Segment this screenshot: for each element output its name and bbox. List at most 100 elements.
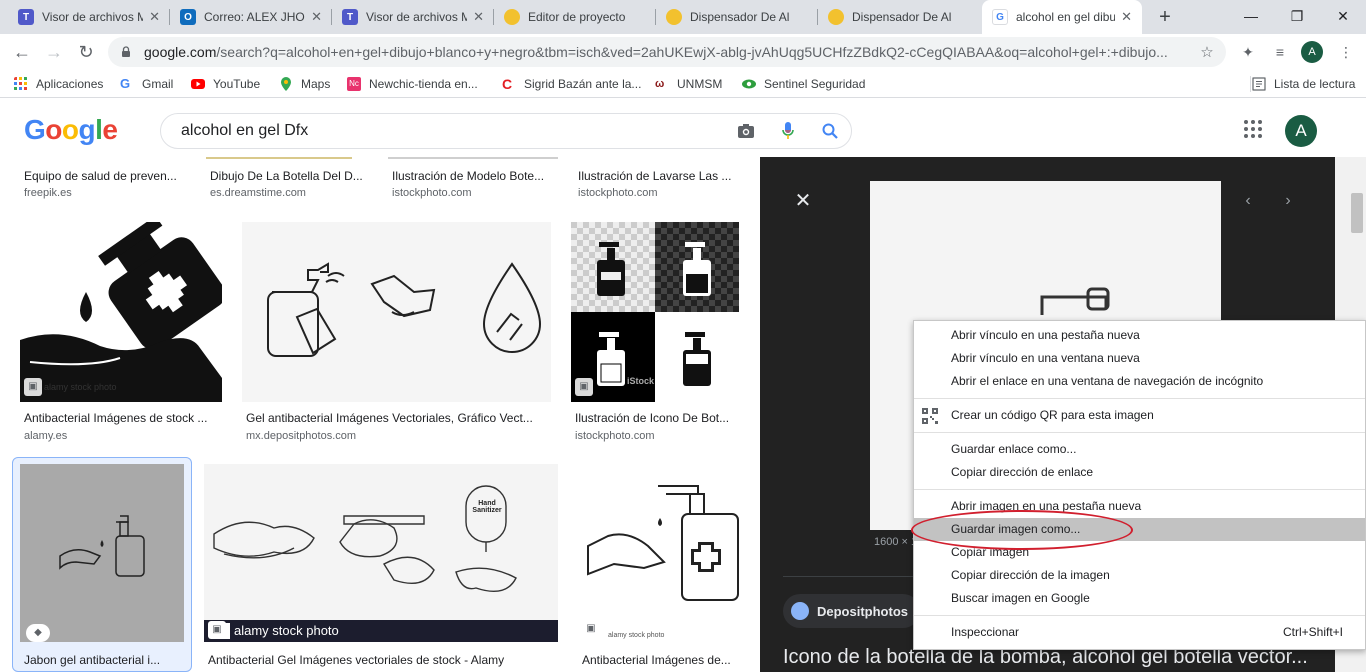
tab-tinkercad-3[interactable]: Dispensador De Al <box>818 0 980 34</box>
bookmark-gmail[interactable]: G Gmail <box>120 75 173 93</box>
bookmark-maps[interactable]: Maps <box>279 75 330 93</box>
reload-icon[interactable]: ↻ <box>72 38 100 66</box>
tab-teams-2[interactable]: T Visor de archivos M ✕ <box>332 0 494 34</box>
reading-list-label: Lista de lectura <box>1274 77 1356 91</box>
lock-icon <box>122 46 130 57</box>
close-icon[interactable]: ✕ <box>149 9 160 25</box>
bookmark-label: Sentinel Seguridad <box>764 77 866 91</box>
menu-item-search-image-google[interactable]: Buscar imagen en Google <box>914 587 1365 610</box>
browser-toolbar: ← → ↻ google.com/search?q=alcohol+en+gel… <box>0 34 1366 70</box>
tab-title: Visor de archivos M <box>42 10 144 24</box>
image-results: Equipo de salud de preven... freepik.es … <box>0 157 760 672</box>
menu-item-copy-link-address[interactable]: Copiar dirección de enlace <box>914 461 1365 484</box>
reading-list[interactable]: Lista de lectura <box>1252 75 1355 93</box>
globe-icon <box>791 602 809 620</box>
menu-item-open-image-new-tab[interactable]: Abrir imagen en una pestaña nueva <box>914 495 1365 518</box>
tinkercad-icon <box>666 9 682 25</box>
unmsm-icon: ω <box>655 78 665 90</box>
menu-item-save-image-as[interactable]: Guardar imagen como... <box>914 518 1365 541</box>
profile-avatar[interactable]: A <box>1301 41 1323 63</box>
media-icon[interactable]: ≡ <box>1268 40 1292 64</box>
result-title[interactable]: Antibacterial Imágenes de... <box>582 653 740 667</box>
bookmark-unmsm[interactable]: ω UNMSM <box>655 75 722 93</box>
image-badge-icon: ▣ <box>208 621 226 639</box>
close-window-icon[interactable]: ✕ <box>1320 0 1366 34</box>
hand-sanitizer-illustration <box>20 222 222 402</box>
bookmark-sentinel[interactable]: Sentinel Seguridad <box>742 75 865 93</box>
search-icon[interactable] <box>809 114 851 148</box>
tab-title: alcohol en gel dibu <box>1016 10 1116 24</box>
google-icon: G <box>992 9 1008 25</box>
menu-separator <box>914 489 1365 490</box>
new-tab-button[interactable]: + <box>1152 4 1178 30</box>
bookmark-label: YouTube <box>213 77 261 91</box>
menu-item-open-link-new-window[interactable]: Abrir vínculo en una ventana nueva <box>914 347 1365 370</box>
tab-tinkercad-2[interactable]: Dispensador De Al <box>656 0 818 34</box>
teams-icon: T <box>342 9 358 25</box>
forward-icon[interactable]: → <box>40 38 68 66</box>
menu-item-save-link-as[interactable]: Guardar enlace como... <box>914 438 1365 461</box>
search-input[interactable] <box>181 122 725 140</box>
result-image-cutoff[interactable] <box>206 157 352 159</box>
hand-sanitizer-icon <box>59 515 145 577</box>
bookmark-apps[interactable]: Aplicaciones <box>14 75 103 93</box>
result-image-selected[interactable]: ◆ <box>20 464 184 642</box>
result-image-depositphotos[interactable] <box>242 222 551 402</box>
result-title[interactable]: Gel antibacterial Imágenes Vectoriales, … <box>246 411 546 425</box>
menu-item-open-link-incognito[interactable]: Abrir el enlace en una ventana de navega… <box>914 370 1365 393</box>
account-avatar[interactable]: A <box>1285 115 1317 147</box>
menu-item-copy-image[interactable]: Copiar imagen <box>914 541 1365 564</box>
close-icon[interactable]: ✕ <box>473 9 484 25</box>
tab-google-active[interactable]: G alcohol en gel dibu ✕ <box>982 0 1142 34</box>
result-title[interactable]: Ilustración de Modelo Bote... <box>392 169 554 183</box>
menu-item-open-link-new-tab[interactable]: Abrir vínculo en una pestaña nueva <box>914 324 1365 347</box>
microphone-icon[interactable] <box>767 114 809 148</box>
close-icon[interactable]: ✕ <box>311 9 322 25</box>
tab-tinkercad-1[interactable]: Editor de proyecto <box>494 0 656 34</box>
tab-title: Visor de archivos M <box>366 10 468 24</box>
google-apps-icon[interactable] <box>1243 119 1263 139</box>
tab-outlook[interactable]: O Correo: ALEX JHON ✕ <box>170 0 332 34</box>
scrollbar-thumb[interactable] <box>1351 193 1363 233</box>
close-icon[interactable]: ✕ <box>1121 9 1132 25</box>
result-image-istock[interactable]: iStock ▣ <box>571 222 739 402</box>
restore-icon[interactable]: ❐ <box>1274 0 1320 34</box>
extensions-icon[interactable]: ✦ <box>1236 40 1260 64</box>
result-title[interactable]: Dibujo De La Botella Del D... <box>210 169 370 183</box>
bookmark-newchic[interactable]: Nc Newchic-tienda en... <box>347 75 478 93</box>
result-source: alamy.es <box>24 430 68 442</box>
bottle-icons-grid <box>571 222 739 402</box>
menu-icon[interactable]: ⋮ <box>1334 40 1358 64</box>
google-logo[interactable]: Google <box>24 114 118 146</box>
qr-icon <box>922 408 938 424</box>
result-title[interactable]: Equipo de salud de preven... <box>24 169 184 183</box>
back-icon[interactable]: ← <box>8 38 36 66</box>
result-title[interactable]: Antibacterial Gel Imágenes vectoriales d… <box>208 653 548 667</box>
bookmark-star-icon[interactable]: ☆ <box>1194 43 1220 61</box>
result-title[interactable]: Ilustración de Lavarse Las ... <box>578 169 740 183</box>
source-chip[interactable]: Depositphotos <box>783 594 920 628</box>
menu-item-create-qr[interactable]: Crear un código QR para esta imagen <box>914 404 1365 427</box>
result-title[interactable]: Antibacterial Imágenes de stock ... <box>24 411 214 425</box>
result-image-alamy-3[interactable]: alamy stock photo ▣ <box>578 464 739 642</box>
result-image-alamy[interactable]: ▣ alamy stock photo <box>20 222 222 402</box>
watermark-text: iStock <box>627 376 655 386</box>
result-title[interactable]: Jabon gel antibacterial i... <box>24 653 184 667</box>
bookmark-sigrid[interactable]: C Sigrid Bazán ante la... <box>502 75 641 93</box>
menu-item-copy-image-address[interactable]: Copiar dirección de la imagen <box>914 564 1365 587</box>
result-source: mx.depositphotos.com <box>246 430 357 442</box>
result-title[interactable]: Ilustración de Icono De Bot... <box>575 411 737 425</box>
tab-teams-1[interactable]: T Visor de archivos M ✕ <box>8 0 170 34</box>
bookmark-youtube[interactable]: YouTube <box>191 75 260 93</box>
minimize-icon[interactable]: — <box>1228 0 1274 34</box>
result-image-cutoff[interactable] <box>388 157 558 159</box>
camera-icon[interactable] <box>725 114 767 148</box>
tinkercad-icon <box>828 9 844 25</box>
watermark-text: alamy stock photo <box>44 382 117 392</box>
close-icon[interactable]: ✕ <box>792 190 814 212</box>
result-image-alamy-vintage[interactable]: Hand Sanitizer alamy stock photo a <box>204 464 558 642</box>
menu-item-inspect[interactable]: Inspeccionar Ctrl+Shift+I <box>914 621 1365 644</box>
address-bar[interactable]: google.com/search?q=alcohol+en+gel+dibuj… <box>108 37 1226 67</box>
chevron-left-icon[interactable]: ‹ <box>1237 190 1259 212</box>
chevron-right-icon[interactable]: › <box>1277 190 1299 212</box>
